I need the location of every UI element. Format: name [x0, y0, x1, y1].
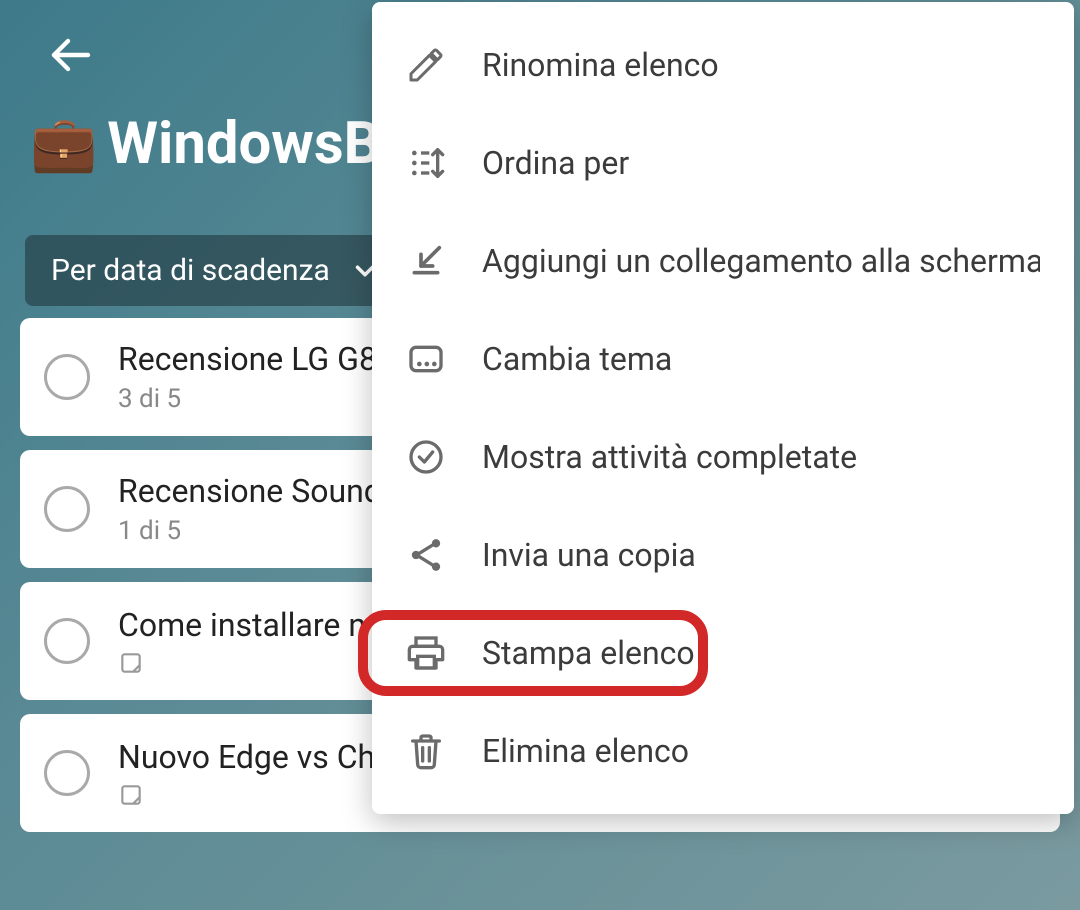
task-body: Come installare n — [118, 606, 366, 676]
menu-item-print[interactable]: Stampa elenco — [372, 604, 1074, 702]
arrow-left-icon — [46, 31, 94, 79]
context-menu: Rinomina elenco Ordina per Aggiungi un col… — [372, 2, 1074, 814]
task-title: Nuovo Edge vs Ch — [118, 738, 375, 776]
task-checkbox[interactable] — [44, 750, 90, 796]
check-circle-icon — [406, 437, 446, 477]
sort-chip[interactable]: Per data di scadenza — [25, 235, 406, 306]
menu-label: Ordina per — [482, 144, 629, 182]
palette-icon — [406, 339, 446, 379]
trash-icon — [406, 731, 446, 771]
page-title: 💼 WindowsB — [30, 110, 381, 178]
menu-item-delete[interactable]: Elimina elenco — [372, 702, 1074, 800]
task-body: Nuovo Edge vs Ch — [118, 738, 375, 808]
arrow-in-icon — [406, 241, 446, 281]
menu-label: Cambia tema — [482, 340, 672, 378]
task-checkbox[interactable] — [44, 486, 90, 532]
task-title: Recensione Sound — [118, 472, 382, 510]
menu-item-sortby[interactable]: Ordina per — [372, 114, 1074, 212]
menu-label: Rinomina elenco — [482, 46, 719, 84]
pencil-icon — [406, 45, 446, 85]
task-subtext: 1 di 5 — [118, 516, 382, 546]
menu-label: Mostra attività completate — [482, 438, 857, 476]
back-button[interactable] — [40, 25, 100, 85]
task-checkbox[interactable] — [44, 354, 90, 400]
list-emoji: 💼 — [30, 113, 97, 176]
menu-item-share[interactable]: Invia una copia — [372, 506, 1074, 604]
task-title: Come installare n — [118, 606, 366, 644]
task-subtext — [118, 782, 375, 808]
printer-icon — [406, 633, 446, 673]
note-icon — [118, 650, 144, 676]
menu-label: Invia una copia — [482, 536, 696, 574]
task-subtext — [118, 650, 366, 676]
menu-label: Stampa elenco — [482, 634, 695, 672]
menu-item-rename[interactable]: Rinomina elenco — [372, 16, 1074, 114]
note-icon — [118, 782, 144, 808]
menu-item-theme[interactable]: Cambia tema — [372, 310, 1074, 408]
task-body: Recensione Sound 1 di 5 — [118, 472, 382, 546]
menu-item-shortcut[interactable]: Aggiungi un collegamento alla schermata … — [372, 212, 1074, 310]
share-icon — [406, 535, 446, 575]
task-body: Recensione LG G8 3 di 5 — [118, 340, 377, 414]
menu-item-showdone[interactable]: Mostra attività completate — [372, 408, 1074, 506]
task-subtext: 3 di 5 — [118, 384, 377, 414]
task-title: Recensione LG G8 — [118, 340, 377, 378]
menu-label: Elimina elenco — [482, 732, 689, 770]
task-checkbox[interactable] — [44, 618, 90, 664]
menu-label: Aggiungi un collegamento alla schermata … — [482, 242, 1040, 280]
list-title-text: WindowsB — [107, 110, 380, 178]
sort-label: Per data di scadenza — [51, 253, 330, 288]
sort-icon — [406, 143, 446, 183]
